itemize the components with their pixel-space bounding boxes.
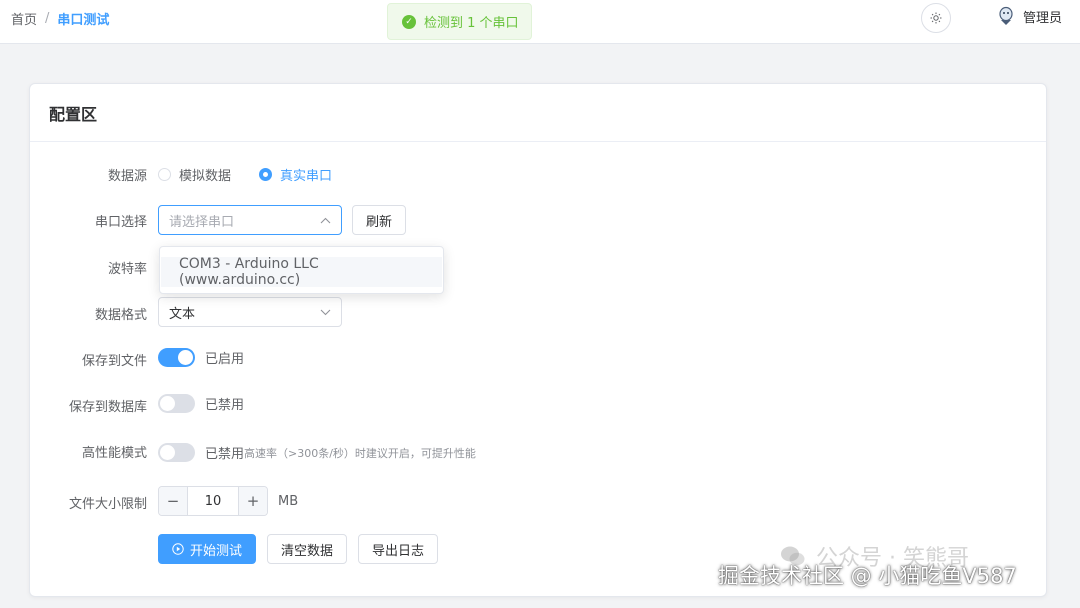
card-title: 配置区 xyxy=(30,84,1046,142)
file-size-stepper: − 10 + xyxy=(158,486,268,516)
toast-message: 检测到 1 个串口 xyxy=(424,16,519,31)
file-size-input[interactable]: 10 xyxy=(188,494,238,509)
save-db-switch[interactable] xyxy=(158,394,195,413)
config-card: 配置区 xyxy=(29,83,1047,597)
dropdown-option-com3[interactable]: COM3 - Arduino LLC (www.arduino.cc) xyxy=(161,256,442,288)
data-format-value: 文本 xyxy=(169,306,196,322)
save-db-state: 已禁用 xyxy=(205,398,245,413)
save-db-label: 保存到数据库 xyxy=(68,400,147,415)
start-test-button[interactable]: 开始测试 xyxy=(158,534,257,564)
high-perf-state: 已禁用 xyxy=(205,447,245,462)
serial-port-dropdown: COM3 - Arduino LLC (www.arduino.cc) xyxy=(159,246,444,294)
clear-data-button[interactable]: 清空数据 xyxy=(267,534,348,564)
success-toast: ✓ 检测到 1 个串口 xyxy=(387,3,532,40)
watermark: 掘金技术社区 @ 小猫吃鱼V587 xyxy=(718,564,1017,588)
export-log-button[interactable]: 导出日志 xyxy=(358,534,439,564)
file-size-unit: MB xyxy=(278,493,299,509)
increment-button[interactable]: + xyxy=(238,487,267,515)
user-name: 管理员 xyxy=(1023,10,1063,26)
high-perf-switch[interactable] xyxy=(158,443,195,462)
sun-icon xyxy=(930,12,942,24)
save-file-state: 已启用 xyxy=(205,352,245,367)
play-circle-icon xyxy=(172,543,184,555)
start-test-label: 开始测试 xyxy=(190,543,243,559)
radio-real-serial[interactable]: 真实串口 xyxy=(259,165,332,184)
theme-toggle-button[interactable] xyxy=(921,3,951,33)
radio-label: 模拟数据 xyxy=(179,169,232,184)
data-format-select[interactable]: 文本 xyxy=(158,297,342,327)
chevron-up-icon xyxy=(320,217,331,223)
high-perf-hint: 高速率（>300条/秒）时建议开启，可提升性能 xyxy=(244,446,476,460)
save-db-row: 已禁用 xyxy=(158,394,244,413)
breadcrumb-home[interactable]: 首页 xyxy=(11,9,37,28)
avatar xyxy=(999,6,1013,25)
serial-port-label: 串口选择 xyxy=(94,215,147,230)
serial-port-row: 请选择串口 刷新 xyxy=(158,205,407,235)
breadcrumb: 首页 / 串口测试 xyxy=(11,9,109,28)
chevron-down-icon xyxy=(320,309,331,315)
serial-port-placeholder: 请选择串口 xyxy=(169,214,235,230)
data-source-label: 数据源 xyxy=(107,169,147,184)
decrement-button[interactable]: − xyxy=(159,487,188,515)
data-format-row: 文本 xyxy=(158,297,342,327)
top-bar: 首页 / 串口测试 ✓ 检测到 1 个串口 管理员 xyxy=(0,0,1080,44)
breadcrumb-current: 串口测试 xyxy=(57,13,110,28)
radio-circle-icon xyxy=(158,168,171,181)
file-size-label: 文件大小限制 xyxy=(68,497,147,512)
save-file-switch[interactable] xyxy=(158,348,195,367)
high-perf-row: 已禁用 高速率（>300条/秒）时建议开启，可提升性能 xyxy=(158,443,476,462)
file-size-row: − 10 + MB xyxy=(158,486,298,516)
breadcrumb-separator: / xyxy=(45,11,50,26)
radio-simulated[interactable]: 模拟数据 xyxy=(158,165,231,184)
save-file-row: 已启用 xyxy=(158,348,244,367)
action-bar: 开始测试 清空数据 导出日志 xyxy=(158,534,439,564)
data-format-label: 数据格式 xyxy=(94,308,147,323)
radio-circle-icon xyxy=(259,168,273,181)
data-source-radio-group: 模拟数据 真实串口 xyxy=(158,165,360,184)
user-menu[interactable]: 管理员 xyxy=(997,6,1062,26)
save-file-label: 保存到文件 xyxy=(81,354,147,369)
page: 首页 / 串口测试 ✓ 检测到 1 个串口 管理员 配置区 数据源 模拟数据 真… xyxy=(0,0,1080,608)
check-circle-icon: ✓ xyxy=(402,14,416,29)
radio-label: 真实串口 xyxy=(280,169,333,184)
refresh-button[interactable]: 刷新 xyxy=(352,205,407,235)
baud-rate-label: 波特率 xyxy=(107,262,147,277)
serial-port-select[interactable]: 请选择串口 xyxy=(158,205,342,235)
high-perf-label: 高性能模式 xyxy=(81,446,147,461)
